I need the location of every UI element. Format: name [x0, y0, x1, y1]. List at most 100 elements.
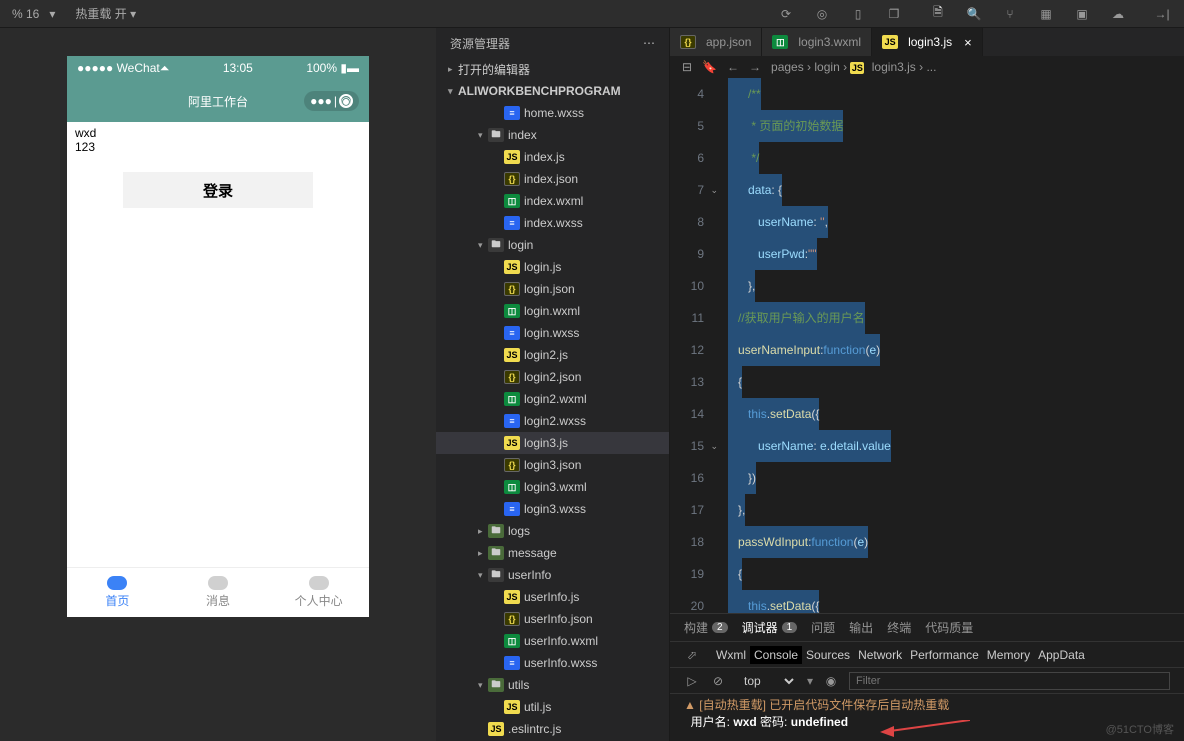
play-icon[interactable]: ▷ [684, 673, 700, 689]
panel-tab-问题[interactable]: 问题 [811, 619, 835, 636]
file-login3.wxss[interactable]: ≡login3.wxss [436, 498, 669, 520]
search-icon[interactable]: 🔍 [966, 6, 982, 22]
file-index.wxss[interactable]: ≡index.wxss [436, 212, 669, 234]
file-index[interactable]: ▾🖿index [436, 124, 669, 146]
file-login2.js[interactable]: JSlogin2.js [436, 344, 669, 366]
code-line[interactable]: }) [716, 462, 1184, 494]
file-logs[interactable]: ▸🖿logs [436, 520, 669, 542]
file-userInfo.wxss[interactable]: ≡userInfo.wxss [436, 652, 669, 674]
hot-reload-label[interactable]: 热重载 开 [75, 7, 126, 21]
file-userInfo.wxml[interactable]: ◫userInfo.wxml [436, 630, 669, 652]
inspect-icon[interactable]: ⬀ [684, 647, 700, 663]
dropdown-icon[interactable]: ▾ [130, 7, 136, 21]
file-login3.json[interactable]: {}login3.json [436, 454, 669, 476]
back-icon[interactable]: ← [727, 60, 739, 74]
windows-icon[interactable]: ❐ [886, 6, 902, 22]
tab-login3.wxml[interactable]: ◫login3.wxml [762, 28, 872, 56]
branch-icon[interactable]: ⑂ [1002, 6, 1018, 22]
code-line[interactable]: }, [716, 270, 1184, 302]
file-.eslintrc.js[interactable]: JS.eslintrc.js [436, 718, 669, 740]
code-line[interactable]: /** [716, 78, 1184, 110]
file-login.json[interactable]: {}login.json [436, 278, 669, 300]
panel-tab-终端[interactable]: 终端 [887, 619, 911, 636]
code-line[interactable]: { [716, 558, 1184, 590]
tab-app.json[interactable]: {}app.json [670, 28, 762, 56]
device-icon[interactable]: ▯ [850, 6, 866, 22]
code-line[interactable]: //获取用户输入的用户名 [716, 302, 1184, 334]
box-icon[interactable]: ▣ [1074, 6, 1090, 22]
tab-message[interactable]: 消息 [168, 568, 269, 617]
login-icon[interactable]: →| [1154, 6, 1170, 22]
file-login2.wxml[interactable]: ◫login2.wxml [436, 388, 669, 410]
code-line[interactable]: */ [716, 142, 1184, 174]
code-line[interactable]: userNameInput:function(e) [716, 334, 1184, 366]
code-line[interactable]: passWdInput:function(e) [716, 526, 1184, 558]
eye-icon[interactable]: ◉ [823, 673, 839, 689]
zoom-arrow-icon[interactable]: ▾ [49, 7, 55, 21]
code-line[interactable]: data: { [716, 174, 1184, 206]
context-select[interactable]: top [736, 671, 797, 691]
devtool-tab-Wxml[interactable]: Wxml [712, 646, 750, 664]
file-util.js[interactable]: JSutil.js [436, 696, 669, 718]
collapse-icon[interactable]: ⊟ [682, 60, 692, 74]
file-index.js[interactable]: JSindex.js [436, 146, 669, 168]
panel-tab-调试器[interactable]: 调试器 1 [742, 619, 798, 636]
bookmark-icon[interactable]: 🔖 [702, 60, 717, 74]
devtool-tab-Sources[interactable]: Sources [802, 646, 854, 664]
target-icon[interactable]: ◎ [814, 6, 830, 22]
tab-profile[interactable]: 个人中心 [268, 568, 369, 617]
panel-tab-代码质量[interactable]: 代码质量 [925, 619, 973, 636]
filter-input[interactable] [849, 672, 1170, 690]
more-icon[interactable]: ⋯ [643, 36, 655, 50]
file-login3.wxml[interactable]: ◫login3.wxml [436, 476, 669, 498]
file-index.json[interactable]: {}index.json [436, 168, 669, 190]
file-login2.wxss[interactable]: ≡login2.wxss [436, 410, 669, 432]
file-userInfo.js[interactable]: JSuserInfo.js [436, 586, 669, 608]
code-line[interactable]: * 页面的初始数据 [716, 110, 1184, 142]
capsule-button[interactable]: ●●● | ◉ [304, 91, 359, 111]
file-login2.json[interactable]: {}login2.json [436, 366, 669, 388]
file-login3.js[interactable]: JSlogin3.js [436, 432, 669, 454]
js-icon: JS [504, 348, 520, 362]
more-icon[interactable]: ●●● [310, 94, 332, 108]
clear-icon[interactable]: ⊘ [710, 673, 726, 689]
file-login.js[interactable]: JSlogin.js [436, 256, 669, 278]
tab-home[interactable]: 首页 [67, 568, 168, 617]
file-login.wxss[interactable]: ≡login.wxss [436, 322, 669, 344]
code-line[interactable]: this.setData({ [716, 590, 1184, 613]
code-line[interactable]: this.setData({ [716, 398, 1184, 430]
file-message[interactable]: ▸🖿message [436, 542, 669, 564]
file-home.wxss[interactable]: ≡home.wxss [436, 102, 669, 124]
file-utils[interactable]: ▾🖿utils [436, 674, 669, 696]
tab-login3.js[interactable]: JSlogin3.js× [872, 28, 983, 56]
close-icon[interactable]: × [964, 35, 972, 50]
forward-icon[interactable]: → [749, 60, 761, 74]
file-userInfo[interactable]: ▾🖿userInfo [436, 564, 669, 586]
section-project[interactable]: ▾ALIWORKBENCHPROGRAM [436, 80, 669, 102]
file-login[interactable]: ▾🖿login [436, 234, 669, 256]
explorer-icon[interactable]: 🗎 [930, 6, 946, 22]
grid-icon[interactable]: ▦ [1038, 6, 1054, 22]
code-line[interactable]: userName: e.detail.value [716, 430, 1184, 462]
file-userInfo.json[interactable]: {}userInfo.json [436, 608, 669, 630]
section-open-editors[interactable]: ▸打开的编辑器 [436, 58, 669, 80]
panel-tab-输出[interactable]: 输出 [849, 619, 873, 636]
file-login.wxml[interactable]: ◫login.wxml [436, 300, 669, 322]
code-line[interactable]: }, [716, 494, 1184, 526]
devtool-tab-AppData[interactable]: AppData [1034, 646, 1089, 664]
code-line[interactable]: { [716, 366, 1184, 398]
devtool-tab-Console[interactable]: Console [750, 646, 802, 664]
code-line[interactable]: userPwd:"" [716, 238, 1184, 270]
cloud-icon[interactable]: ☁ [1110, 6, 1126, 22]
code-line[interactable]: userName: '', [716, 206, 1184, 238]
login-button[interactable]: 登录 [123, 172, 313, 208]
target-circle-icon[interactable]: ◉ [339, 94, 353, 108]
file-index.wxml[interactable]: ◫index.wxml [436, 190, 669, 212]
refresh-icon[interactable]: ⟳ [778, 6, 794, 22]
devtool-tab-Network[interactable]: Network [854, 646, 906, 664]
devtool-tab-Performance[interactable]: Performance [906, 646, 983, 664]
panel-tab-构建[interactable]: 构建 2 [684, 619, 728, 636]
code-editor[interactable]: 4567⌄89101112131415⌄161718192021 /** * 页… [670, 78, 1184, 613]
breadcrumb[interactable]: pages › login › JS login3.js › ... [771, 60, 936, 74]
devtool-tab-Memory[interactable]: Memory [983, 646, 1034, 664]
